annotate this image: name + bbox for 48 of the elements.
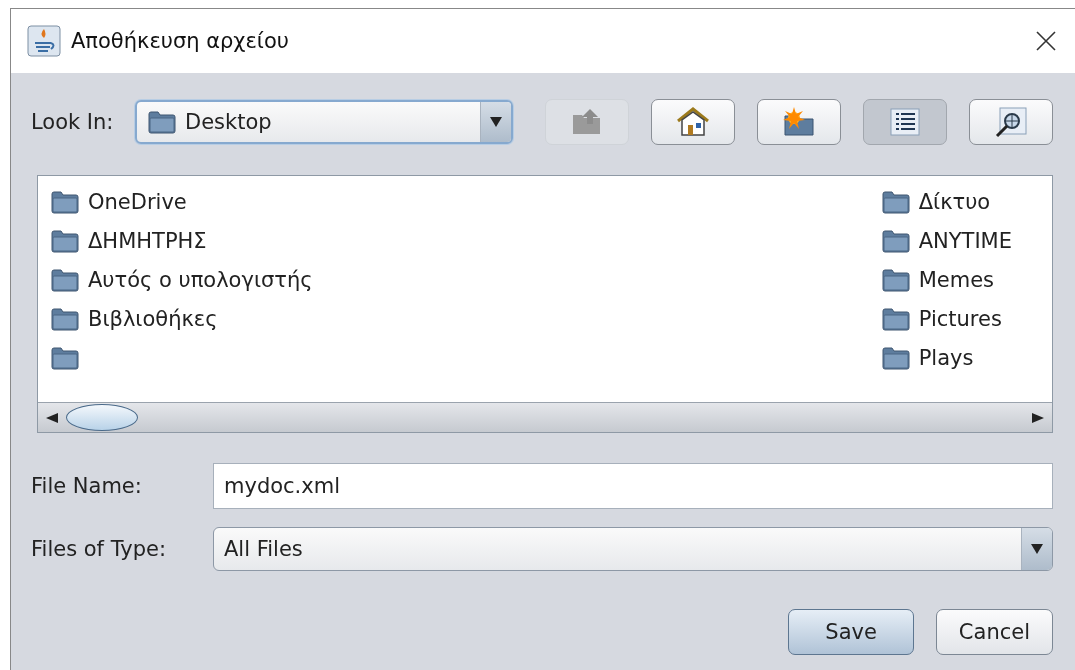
file-type-dropdown[interactable]: All Files: [213, 527, 1053, 571]
app-icon: [27, 25, 61, 57]
dropdown-arrow-icon: [489, 116, 503, 128]
file-name-field[interactable]: mydoc.xml: [213, 463, 1053, 509]
dropdown-value: All Files: [224, 537, 303, 561]
folder-icon: [880, 345, 911, 370]
new-folder-button[interactable]: [757, 99, 841, 145]
file-type-label: Files of Type:: [31, 537, 167, 561]
window-title: Αποθήκευση αρχείου: [71, 29, 290, 53]
scroll-right-icon[interactable]: [1031, 411, 1045, 424]
folder-icon: [880, 228, 911, 253]
dropdown-value: Desktop: [185, 110, 272, 134]
folder-name[interactable]: ANYTIME: [918, 228, 1012, 253]
folder-name[interactable]: Pictures: [918, 306, 1002, 331]
folder-icon: [50, 228, 80, 253]
look-in-label: Look In:: [31, 110, 115, 134]
folder-name[interactable]: ΔΗΜΗΤΡΗΣ: [88, 228, 207, 253]
details-view-icon: [994, 106, 1028, 138]
home-icon: [675, 106, 711, 138]
home-button[interactable]: [651, 99, 735, 145]
scroll-left-icon[interactable]: [45, 411, 59, 424]
folder-name[interactable]: Αυτός ο υπολογιστής: [88, 267, 313, 292]
dialog-button[interactable]: Cancel: [935, 609, 1053, 655]
folder-name[interactable]: Memes: [918, 267, 995, 292]
close-icon: [1035, 30, 1057, 52]
folder-icon: [147, 110, 177, 134]
folder-name[interactable]: Βιβλιοθήκες: [88, 306, 218, 331]
folder-icon: [50, 267, 80, 292]
dropdown-arrow-button[interactable]: [1021, 528, 1052, 570]
new-folder-icon: [781, 106, 817, 138]
folder-name[interactable]: OneDrive: [88, 189, 187, 214]
list-view-button[interactable]: [863, 99, 947, 145]
default-button[interactable]: Save: [788, 609, 914, 655]
look-in-dropdown[interactable]: Desktop: [135, 100, 513, 144]
folder-icon: [50, 189, 80, 214]
folder-name[interactable]: Δίκτυο: [918, 189, 991, 214]
folder-name[interactable]: Plays: [918, 345, 974, 370]
folder-icon: [880, 267, 911, 292]
file-name-label: File Name:: [31, 474, 143, 498]
folder-icon: [880, 306, 911, 331]
horizontal-scrollbar[interactable]: [38, 402, 1052, 432]
folder-icon: [50, 345, 80, 370]
folder-icon: [880, 189, 911, 214]
list-view-icon: [889, 107, 921, 137]
dropdown-arrow-button[interactable]: [480, 102, 511, 142]
folder-icon: [50, 306, 80, 331]
details-view-button[interactable]: [969, 99, 1053, 145]
dropdown-arrow-icon: [1030, 543, 1044, 555]
